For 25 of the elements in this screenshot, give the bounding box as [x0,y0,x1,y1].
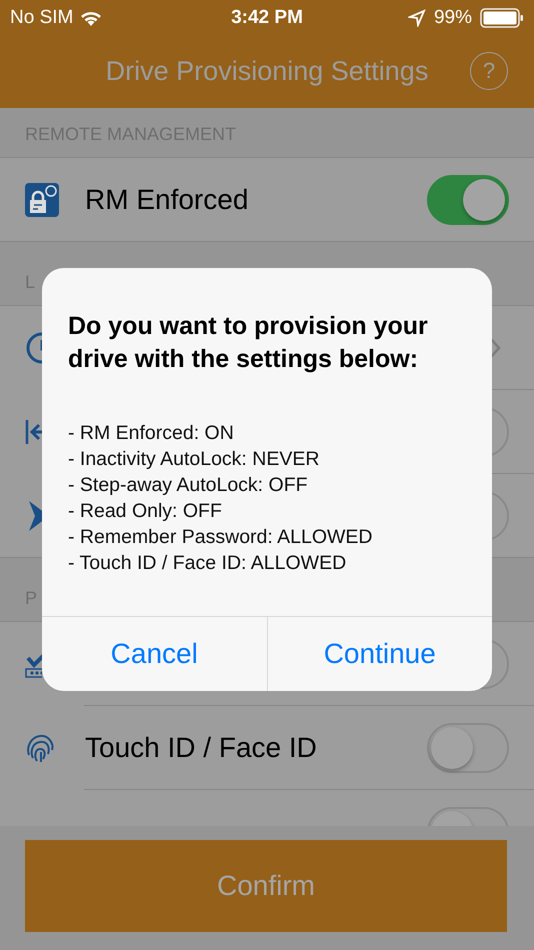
arrow-bar-icon [25,417,42,447]
battery-icon [480,8,524,28]
clock-icon [25,331,42,365]
toggle-switch[interactable] [427,175,509,225]
setting-summary-line: - Remember Password: ALLOWED [68,525,374,550]
dialog-button[interactable]: Cancel [42,617,266,691]
confirm-button[interactable]: Confirm [25,840,507,932]
setting-label: Touch ID / Face ID [85,732,318,764]
setting-summary-line: - Inactivity AutoLock: NEVER [68,447,320,472]
location-arrow-icon [408,8,426,26]
carrier-label: No SIM [10,6,74,28]
battery-percent: 99% [434,6,472,28]
dialog-title: Do you want to provision your drive with the settings below: [67,311,429,375]
setting-label: RM Enforced [85,184,250,216]
setting-summary-line: - RM Enforced: ON [68,421,235,446]
lock-icon [25,183,59,217]
dialog-button[interactable]: Continue [266,617,492,691]
setting-summary-line: - Step-away AutoLock: OFF [68,473,309,498]
help-button[interactable]: ? [470,52,508,90]
status-time: 3:42 PM [231,6,303,28]
setting-summary-line: - Touch ID / Face ID: ALLOWED [68,551,348,576]
toggle-switch[interactable] [427,723,509,773]
chevron-icon[interactable] [489,337,501,359]
nav-title: Drive Provisioning Settings [106,56,428,87]
setting-summary-line: - Read Only: OFF [68,499,223,524]
